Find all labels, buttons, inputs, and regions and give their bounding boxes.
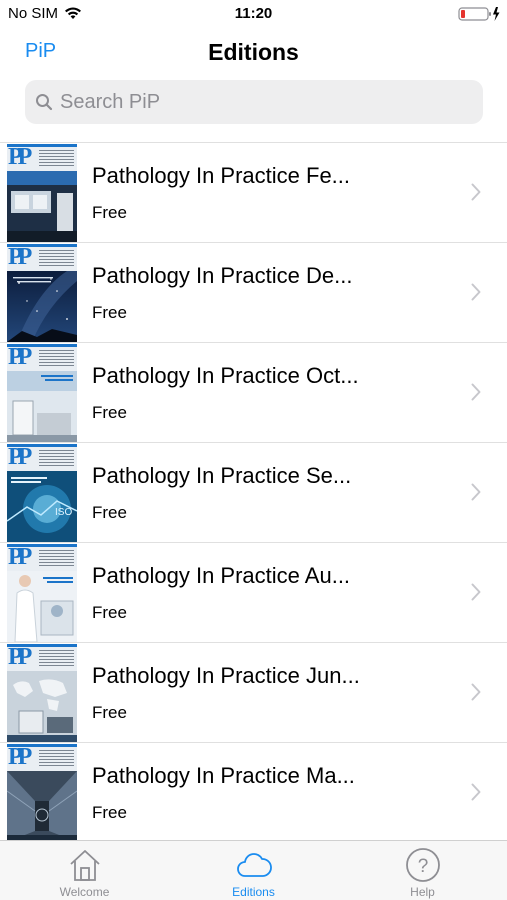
search-input[interactable] xyxy=(60,80,470,124)
edition-title: Pathology In Practice Jun... xyxy=(92,663,360,688)
house-icon xyxy=(67,847,103,888)
edition-row[interactable]: PP Pathology In Practice Ma... Free xyxy=(0,743,507,840)
chevron-right-icon xyxy=(471,183,481,206)
edition-price: Free xyxy=(92,603,127,622)
edition-price: Free xyxy=(92,503,127,522)
edition-cover: PP xyxy=(7,244,77,342)
edition-cover: PP ISO xyxy=(7,444,77,542)
svg-text:ISO: ISO xyxy=(55,507,72,518)
tab-label: Help xyxy=(410,885,435,899)
chevron-right-icon xyxy=(471,583,481,606)
edition-row[interactable]: PP Pathology In Practice Au... Free xyxy=(0,543,507,643)
edition-cover: PP xyxy=(7,144,77,242)
battery-icon xyxy=(458,6,502,27)
tab-label: Welcome xyxy=(59,885,110,899)
edition-title: Pathology In Practice Fe... xyxy=(92,163,351,188)
edition-price: Free xyxy=(92,803,127,822)
edition-title: Pathology In Practice De... xyxy=(92,263,353,288)
navigation-bar: PiP Editions xyxy=(0,28,507,78)
svg-text:?: ? xyxy=(418,856,429,877)
edition-cover: PP xyxy=(7,644,77,742)
edition-title: Pathology In Practice Se... xyxy=(92,463,352,488)
tab-editions[interactable]: Editions xyxy=(169,841,338,900)
chevron-right-icon xyxy=(471,783,481,806)
tab-welcome[interactable]: Welcome xyxy=(0,841,169,900)
question-circle-icon: ? xyxy=(405,847,441,888)
edition-row[interactable]: PP ISO Pathology In Practice Se... Free xyxy=(0,443,507,543)
tab-help[interactable]: ? Help xyxy=(338,841,507,900)
tab-bar: Welcome Editions ? Help xyxy=(0,840,507,900)
cloud-icon xyxy=(236,847,272,888)
edition-title: Pathology In Practice Oct... xyxy=(92,363,359,388)
search-icon xyxy=(35,93,53,116)
search-bar[interactable] xyxy=(25,80,483,124)
edition-cover: PP xyxy=(7,544,77,642)
chevron-right-icon xyxy=(471,283,481,306)
edition-title: Pathology In Practice Au... xyxy=(92,563,351,588)
editions-list: PP Pathology In Practice Fe... Free PP P… xyxy=(0,142,507,840)
chevron-right-icon xyxy=(471,383,481,406)
edition-row[interactable]: PP Pathology In Practice De... Free xyxy=(0,243,507,343)
editions-screen: No SIM 11:20 PiP Editions Search PiP PP … xyxy=(0,0,507,900)
edition-price: Free xyxy=(92,403,127,422)
clock: 11:20 xyxy=(234,5,273,22)
edition-row[interactable]: PP Pathology In Practice Oct... Free xyxy=(0,343,507,443)
chevron-right-icon xyxy=(471,683,481,706)
tab-label: Editions xyxy=(232,885,275,899)
edition-cover: PP xyxy=(7,344,77,442)
edition-title: Pathology In Practice Ma... xyxy=(92,763,355,788)
edition-row[interactable]: PP Pathology In Practice Jun... Free xyxy=(0,643,507,743)
edition-row[interactable]: PP Pathology In Practice Fe... Free xyxy=(0,143,507,243)
chevron-right-icon xyxy=(471,483,481,506)
status-bar: No SIM 11:20 xyxy=(0,0,507,28)
edition-cover: PP xyxy=(7,744,77,840)
page-title: Editions xyxy=(208,39,299,65)
edition-price: Free xyxy=(92,203,127,222)
edition-price: Free xyxy=(92,703,127,722)
edition-price: Free xyxy=(92,303,127,322)
